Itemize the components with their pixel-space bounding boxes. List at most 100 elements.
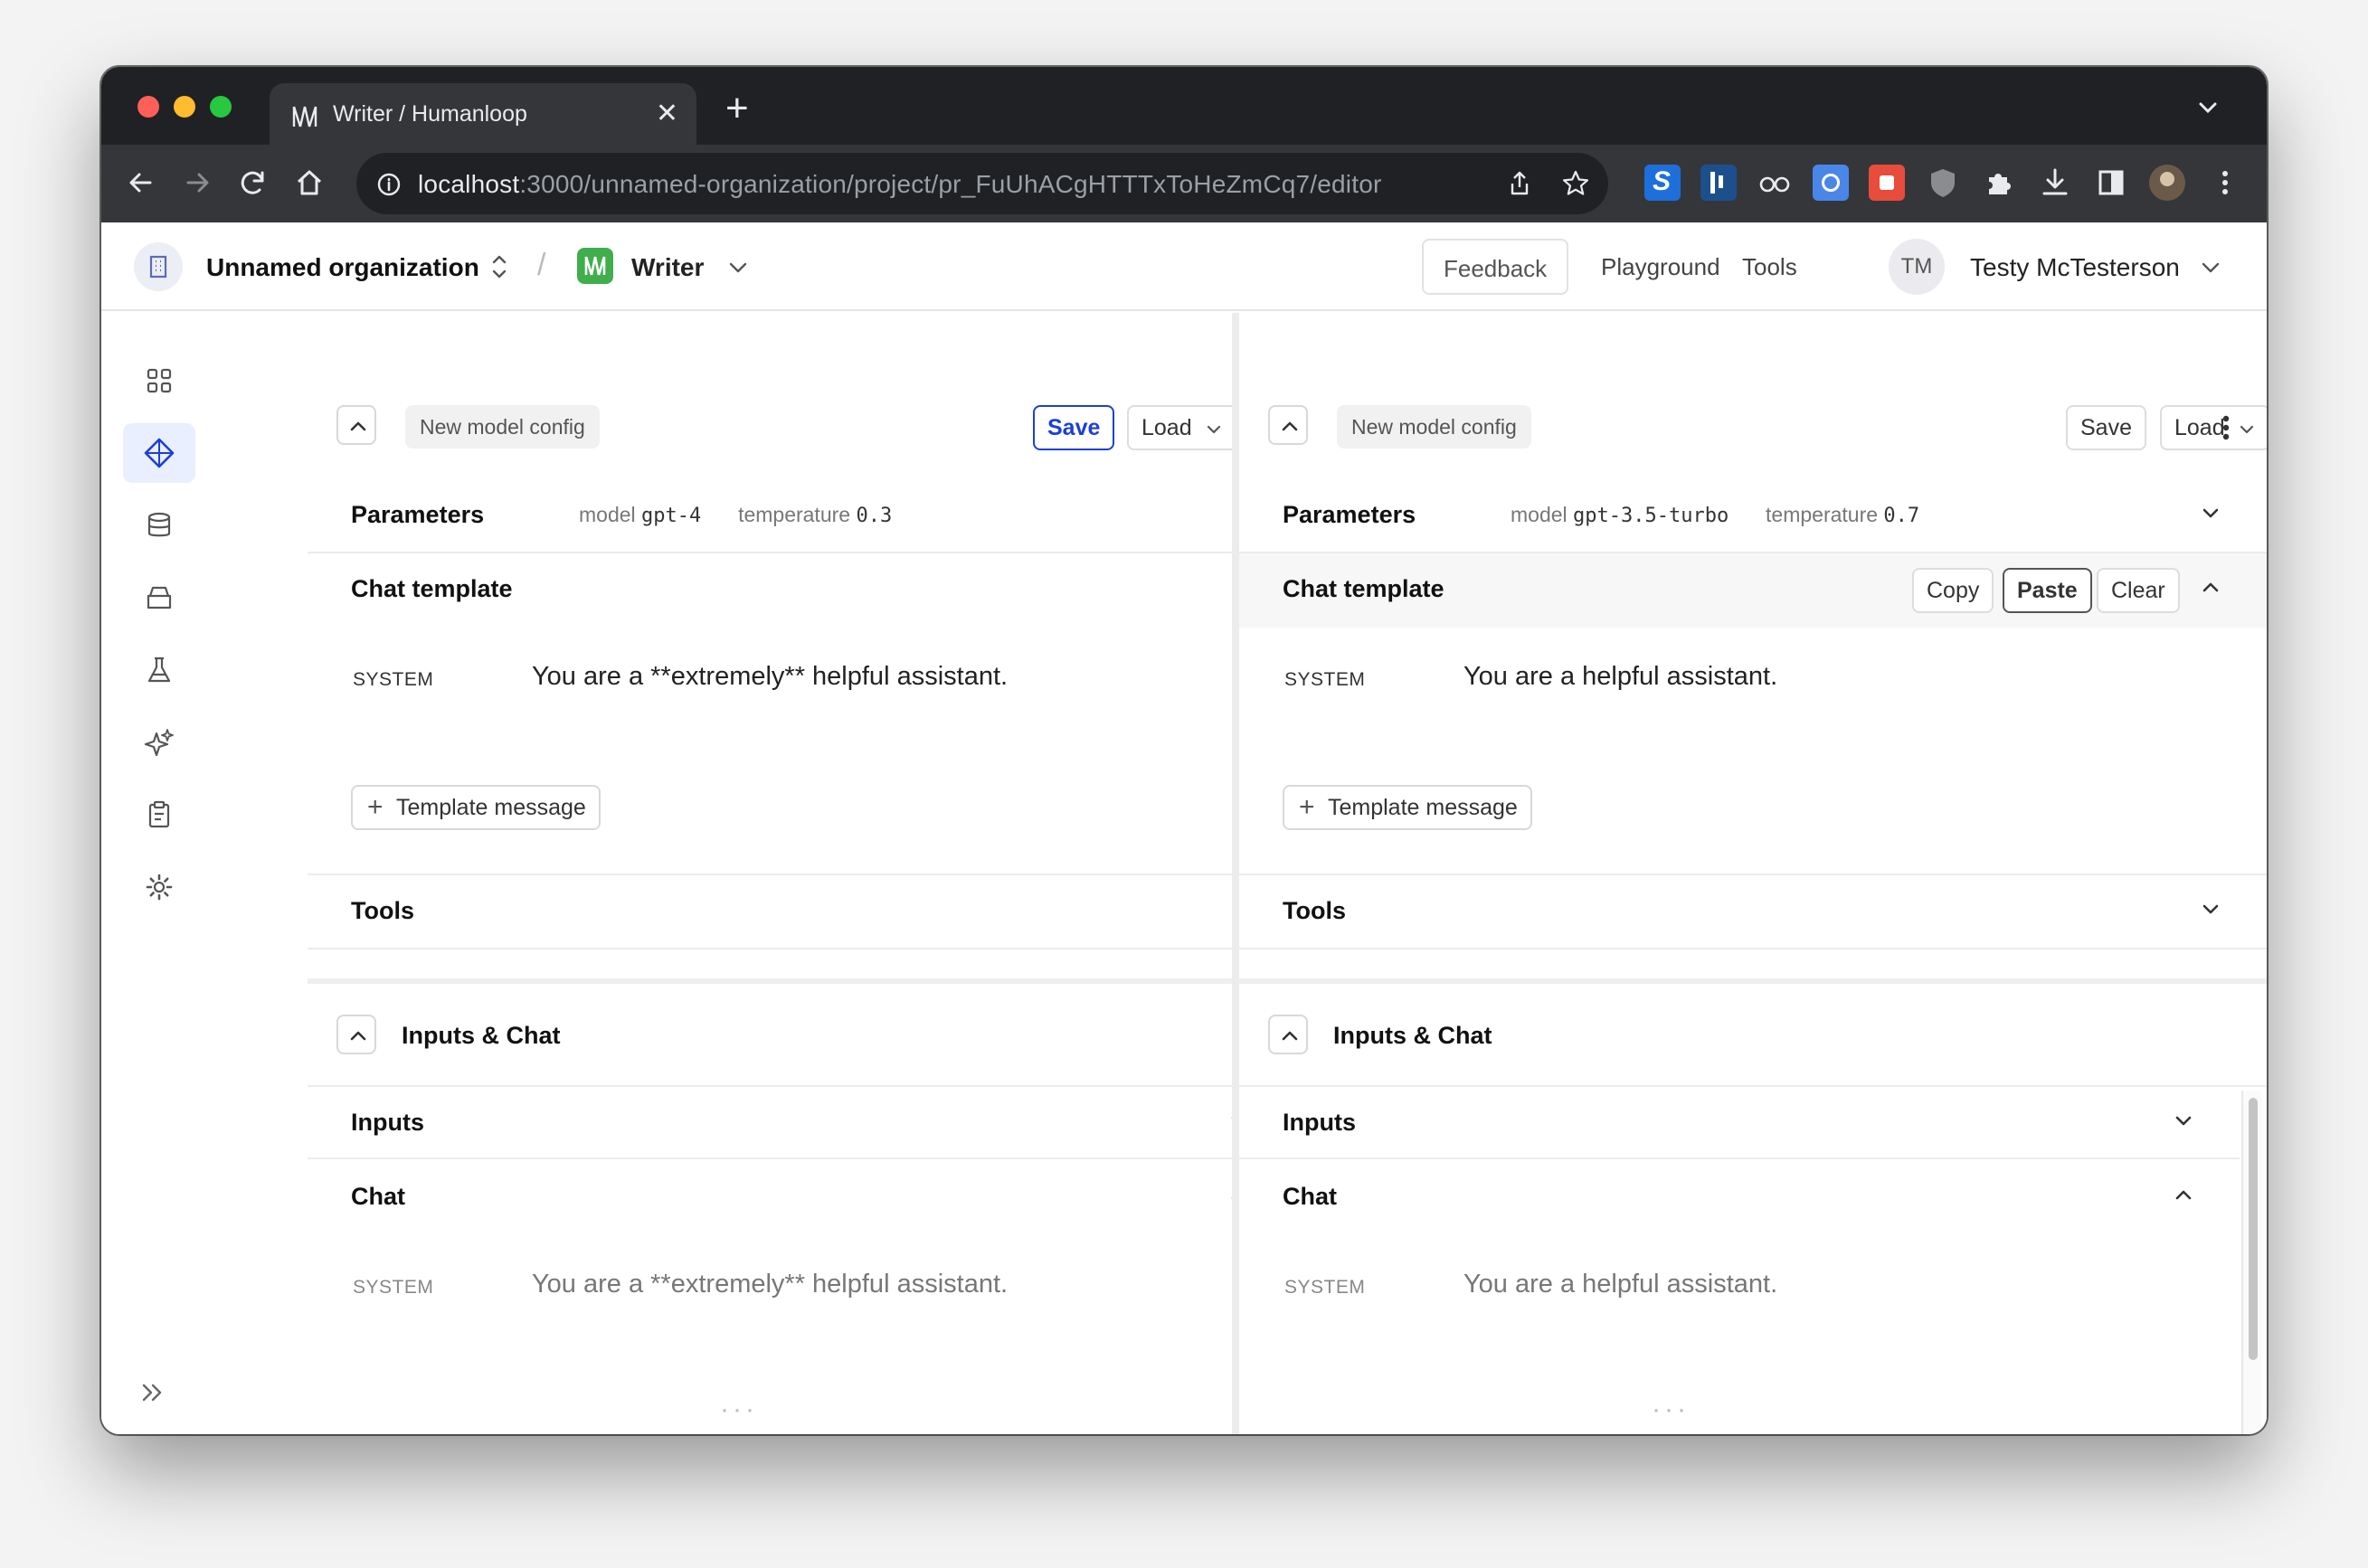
system-message-text[interactable]: You are a **extremely** helpful assistan… bbox=[532, 662, 1008, 692]
divider bbox=[308, 874, 1335, 875]
collapse-inputs-chat-button[interactable] bbox=[1268, 1015, 1308, 1054]
parameters-expand-chevron-icon[interactable] bbox=[2198, 501, 2223, 526]
config-menu-kebab-icon[interactable] bbox=[2212, 405, 2240, 450]
extensions-puzzle-icon[interactable] bbox=[1981, 165, 2017, 201]
divider bbox=[1239, 948, 2267, 949]
project-dropdown-chevron-icon[interactable] bbox=[725, 255, 751, 280]
back-arrow-icon[interactable] bbox=[123, 165, 159, 201]
share-icon[interactable] bbox=[1505, 169, 1534, 198]
plus-icon: + bbox=[1299, 792, 1315, 822]
breadcrumb-separator: / bbox=[537, 248, 546, 282]
inputs-title[interactable]: Inputs bbox=[351, 1109, 424, 1137]
load-button-label: Load bbox=[1141, 415, 1192, 440]
sidebar-item-evaluators[interactable] bbox=[123, 713, 195, 772]
playground-link[interactable]: Playground bbox=[1581, 239, 1740, 295]
gear-icon bbox=[146, 874, 173, 901]
model-config-name-chip[interactable]: New model config bbox=[405, 405, 600, 449]
sidebar-item-data[interactable] bbox=[123, 496, 195, 555]
panel-split-divider[interactable] bbox=[1232, 313, 1239, 1434]
model-config-name-chip[interactable]: New model config bbox=[1337, 405, 1531, 449]
save-button[interactable]: Save bbox=[2066, 405, 2146, 450]
divider bbox=[1239, 1085, 2267, 1087]
user-avatar[interactable]: TM bbox=[1889, 239, 1945, 295]
chat-collapse-chevron-icon[interactable] bbox=[2171, 1183, 2196, 1208]
tools-section-title[interactable]: Tools bbox=[351, 897, 414, 925]
browser-menu-kebab-icon[interactable] bbox=[2207, 165, 2243, 201]
tab-search-chevron-icon[interactable] bbox=[2194, 94, 2221, 121]
maximize-window-button[interactable] bbox=[210, 96, 232, 118]
sidebar-item-dashboard[interactable] bbox=[123, 351, 195, 411]
chat-template-title[interactable]: Chat template bbox=[1283, 575, 1444, 603]
add-template-message-button[interactable]: + Template message bbox=[1283, 785, 1532, 830]
divider bbox=[308, 1157, 1308, 1159]
extension-shield-icon[interactable] bbox=[1925, 165, 1961, 201]
chat-system-message-text: You are a **extremely** helpful assistan… bbox=[532, 1270, 1009, 1299]
chat-scrollbar-thumb[interactable] bbox=[2249, 1098, 2258, 1360]
collapse-config-button[interactable] bbox=[1268, 405, 1308, 445]
sidebar-item-experiments[interactable] bbox=[123, 640, 195, 700]
plus-icon: + bbox=[367, 792, 384, 822]
parameters-title[interactable]: Parameters bbox=[351, 501, 484, 529]
copy-button[interactable]: Copy bbox=[1912, 568, 1994, 613]
extension-bars-icon[interactable] bbox=[1700, 165, 1737, 201]
collapse-inputs-chat-button[interactable] bbox=[336, 1015, 376, 1054]
site-info-icon[interactable] bbox=[376, 172, 402, 197]
user-name[interactable]: Testy McTesterson bbox=[1970, 253, 2180, 282]
profile-avatar-icon[interactable] bbox=[2149, 165, 2185, 201]
home-icon[interactable] bbox=[291, 165, 327, 201]
forward-arrow-icon[interactable] bbox=[179, 165, 215, 201]
inputs-chat-title: Inputs & Chat bbox=[1333, 1022, 1492, 1049]
feedback-button[interactable]: Feedback bbox=[1422, 239, 1569, 295]
minimize-window-button[interactable] bbox=[174, 96, 195, 118]
right-editor-panel: New model config Save Load Parameters mo… bbox=[1239, 313, 2267, 1434]
reload-icon[interactable] bbox=[235, 165, 271, 201]
user-menu-chevron-icon[interactable] bbox=[2198, 255, 2223, 280]
sidebar-item-logs[interactable] bbox=[123, 785, 195, 845]
tools-link[interactable]: Tools bbox=[1722, 239, 1817, 295]
new-tab-button[interactable]: + bbox=[725, 89, 749, 128]
extension-camera-icon[interactable] bbox=[1813, 165, 1849, 201]
sidebar-item-archive[interactable] bbox=[123, 568, 195, 628]
browser-tab-active[interactable]: Writer / Humanloop ✕ bbox=[270, 83, 696, 148]
tab-close-icon[interactable]: ✕ bbox=[656, 98, 678, 130]
side-panel-icon[interactable] bbox=[2093, 165, 2129, 201]
sidebar-item-settings[interactable] bbox=[123, 857, 195, 917]
download-icon[interactable] bbox=[2037, 165, 2073, 201]
project-logo-icon bbox=[577, 248, 613, 284]
chat-template-collapse-chevron-icon[interactable] bbox=[2198, 575, 2223, 600]
close-window-button[interactable] bbox=[137, 96, 159, 118]
extension-glasses-icon[interactable] bbox=[1757, 165, 1793, 201]
chat-title[interactable]: Chat bbox=[1283, 1183, 1337, 1211]
parameters-title[interactable]: Parameters bbox=[1283, 501, 1416, 529]
grid-icon bbox=[147, 368, 172, 393]
extension-puzzle-red-icon[interactable] bbox=[1869, 165, 1905, 201]
chevron-down-icon bbox=[2240, 425, 2253, 434]
tools-expand-chevron-icon[interactable] bbox=[2198, 897, 2223, 922]
model-key: model bbox=[1511, 503, 1568, 526]
project-name[interactable]: Writer bbox=[631, 253, 704, 282]
inputs-title[interactable]: Inputs bbox=[1283, 1109, 1356, 1137]
chat-scrollbar[interactable] bbox=[2241, 1091, 2261, 1434]
app-header: Unnamed organization / Writer Feedback P… bbox=[101, 222, 2267, 311]
system-message-text[interactable]: You are a helpful assistant. bbox=[1463, 662, 1777, 692]
extension-s-icon[interactable]: S bbox=[1644, 165, 1681, 201]
temperature-key: temperature bbox=[1766, 503, 1879, 526]
database-icon bbox=[147, 512, 171, 537]
load-button[interactable]: Load bbox=[1127, 405, 1237, 450]
sidebar-item-editor[interactable] bbox=[123, 423, 195, 483]
inputs-expand-chevron-icon[interactable] bbox=[2171, 1109, 2196, 1134]
paste-button[interactable]: Paste bbox=[2003, 568, 2092, 613]
double-chevron-right-icon[interactable] bbox=[137, 1378, 166, 1407]
flask-icon bbox=[147, 656, 171, 683]
org-name[interactable]: Unnamed organization bbox=[206, 253, 479, 282]
clear-button[interactable]: Clear bbox=[2097, 568, 2180, 613]
add-template-message-button[interactable]: + Template message bbox=[351, 785, 601, 830]
bookmark-star-icon[interactable] bbox=[1561, 169, 1590, 198]
address-bar[interactable]: localhost:3000/unnamed-organization/proj… bbox=[356, 153, 1608, 214]
chat-template-title[interactable]: Chat template bbox=[351, 575, 513, 603]
org-switcher-chevrons-icon[interactable] bbox=[488, 251, 510, 282]
chat-title[interactable]: Chat bbox=[351, 1183, 405, 1211]
save-button[interactable]: Save bbox=[1033, 405, 1115, 450]
tools-section-title[interactable]: Tools bbox=[1283, 897, 1346, 925]
collapse-config-button[interactable] bbox=[336, 405, 376, 445]
